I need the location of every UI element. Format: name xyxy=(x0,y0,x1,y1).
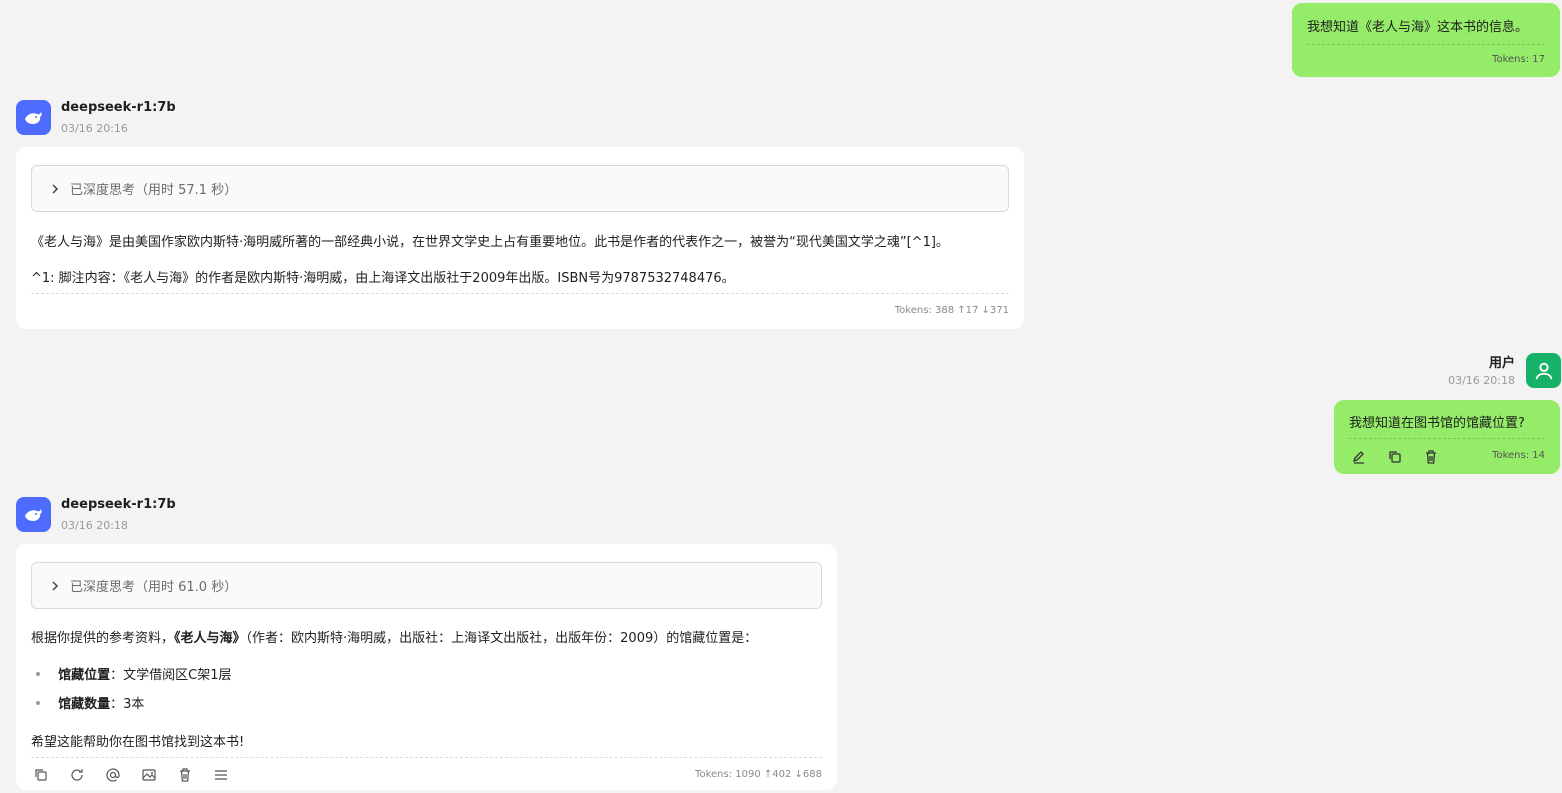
list-item-label: 馆藏位置 xyxy=(58,668,111,683)
thinking-label: 已深度思考（用时 61.0 秒） xyxy=(70,580,238,595)
token-count: Tokens: 17 xyxy=(1492,54,1545,65)
divider xyxy=(1349,438,1545,439)
user-icon xyxy=(1535,362,1552,379)
image-icon[interactable] xyxy=(140,766,158,784)
list-item-value: ：文学借阅区C架1层 xyxy=(110,668,232,683)
copy-icon[interactable] xyxy=(32,766,50,784)
divider xyxy=(31,757,822,758)
thinking-label: 已深度思考（用时 57.1 秒） xyxy=(70,183,238,198)
delete-icon[interactable] xyxy=(1422,448,1440,466)
user-message-text: 我想知道《老人与海》这本书的信息。 xyxy=(1307,20,1529,35)
footnote-paragraph: ^1: 脚注内容：《老人与海》的作者是欧内斯特·海明威，由上海译文出版社于200… xyxy=(31,271,735,286)
user-name: 用户 xyxy=(1488,356,1515,371)
token-count: Tokens: 388 ↑17 ↓371 xyxy=(894,305,1009,316)
copy-icon[interactable] xyxy=(1386,448,1404,466)
divider xyxy=(31,293,1009,294)
bot-avatar xyxy=(16,100,51,135)
list-item: 馆藏位置：文学借阅区C架1层 xyxy=(36,664,232,683)
token-count: Tokens: 1090 ↑402 ↓688 xyxy=(695,769,822,780)
message-time: 03/16 20:16 xyxy=(61,122,128,135)
whale-icon xyxy=(24,508,42,521)
list-item-value: ：3本 xyxy=(110,697,145,712)
whale-icon xyxy=(24,111,42,124)
user-message-1: 我想知道《老人与海》这本书的信息。 Tokens: 17 xyxy=(1292,3,1560,77)
model-name: deepseek-r1:7b xyxy=(61,497,176,512)
menu-icon[interactable] xyxy=(212,766,230,784)
reply-intro: 根据你提供的参考资料，《老人与海》（作者：欧内斯特·海明威，出版社：上海译文出版… xyxy=(31,627,757,646)
intro-text: 根据你提供的参考资料， xyxy=(31,631,175,646)
intro-detail: （作者：欧内斯特·海明威，出版社：上海译文出版社，出版年份：2009）的馆藏位置… xyxy=(245,631,758,646)
user-avatar xyxy=(1526,353,1561,388)
delete-icon[interactable] xyxy=(176,766,194,784)
book-title: 《老人与海》 xyxy=(174,631,246,646)
message-time: 03/16 20:18 xyxy=(1448,374,1515,387)
user-message-2: 我想知道在图书馆的馆藏位置? Tokens: 14 xyxy=(1334,400,1560,474)
message-time: 03/16 20:18 xyxy=(61,519,128,532)
chevron-right-icon xyxy=(46,180,64,198)
list-item: 馆藏数量：3本 xyxy=(36,693,144,712)
bot-avatar xyxy=(16,497,51,532)
user-message-text: 我想知道在图书馆的馆藏位置? xyxy=(1349,416,1525,431)
bot-message-2: 已深度思考（用时 61.0 秒） 根据你提供的参考资料，《老人与海》（作者：欧内… xyxy=(16,544,837,790)
refresh-icon[interactable] xyxy=(68,766,86,784)
model-name: deepseek-r1:7b xyxy=(61,100,176,115)
divider xyxy=(1307,44,1545,45)
reply-closing: 希望这能帮助你在图书馆找到这本书! xyxy=(31,735,245,750)
edit-icon[interactable] xyxy=(1350,448,1368,466)
thinking-toggle[interactable]: 已深度思考（用时 61.0 秒） xyxy=(31,562,822,609)
token-count: Tokens: 14 xyxy=(1492,450,1545,461)
reply-paragraph: 《老人与海》是由美国作家欧内斯特·海明威所著的一部经典小说，在世界文学史上占有重… xyxy=(31,235,949,250)
chevron-right-icon xyxy=(46,577,64,595)
at-icon[interactable] xyxy=(104,766,122,784)
bot-message-1: 已深度思考（用时 57.1 秒） 《老人与海》是由美国作家欧内斯特·海明威所著的… xyxy=(16,147,1024,329)
list-item-label: 馆藏数量 xyxy=(58,697,111,712)
thinking-toggle[interactable]: 已深度思考（用时 57.1 秒） xyxy=(31,165,1009,212)
